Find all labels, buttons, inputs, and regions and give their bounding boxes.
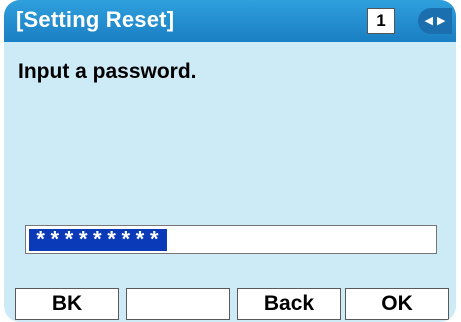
softkey-bar: BK Back OK (4, 288, 456, 322)
bk-softkey[interactable]: BK (15, 288, 119, 320)
title-bar: [Setting Reset] 1 ◀ ▶ (4, 0, 456, 42)
ok-softkey[interactable]: OK (345, 288, 449, 320)
phone-display: [Setting Reset] 1 ◀ ▶ Input a password. *… (4, 0, 456, 322)
blank-softkey[interactable] (126, 288, 230, 320)
back-softkey[interactable]: Back (237, 288, 341, 320)
password-field[interactable]: ********* (25, 225, 437, 254)
screen-title: [Setting Reset] (16, 7, 175, 32)
password-prompt: Input a password. (18, 60, 197, 83)
left-right-arrows-icon[interactable]: ◀ ▶ (418, 8, 452, 34)
password-value: ********* (29, 229, 167, 254)
page-number-badge: 1 (367, 8, 395, 34)
